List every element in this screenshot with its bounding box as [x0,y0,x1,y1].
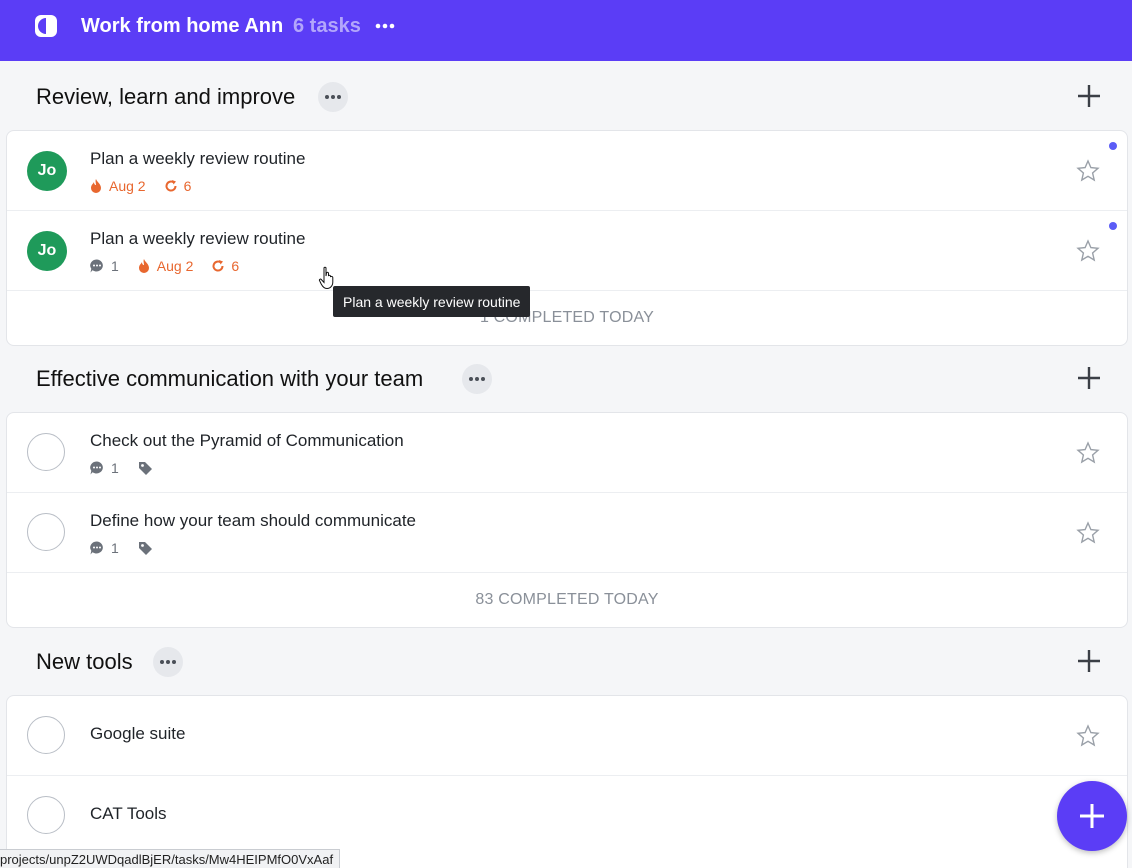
task-row[interactable]: Define how your team should communicate … [7,493,1127,573]
task-row[interactable]: Jo Plan a weekly review routine 1 Aug 2 … [7,211,1127,291]
recurrence: 6 [211,258,239,274]
task-list: Check out the Pyramid of Communication 1… [6,412,1128,628]
star-icon[interactable] [1076,521,1100,545]
completed-today-toggle[interactable]: 1 COMPLETED TODAY [7,291,1127,345]
star-icon[interactable] [1076,239,1100,263]
section-title: Effective communication with your team [36,366,424,391]
section-more-button[interactable] [153,647,183,677]
app-logo-icon[interactable] [34,14,58,38]
task-title[interactable]: Google suite [90,724,185,744]
completed-today-toggle[interactable]: 83 COMPLETED TODAY [7,573,1127,627]
task-meta: 1 [89,540,177,556]
project-title: Work from home Ann [81,15,284,37]
comment-count: 1 [89,460,119,476]
section-header: Review, learn and improve [0,72,1132,122]
hand-cursor-icon [318,266,334,290]
comment-icon [90,259,103,273]
tag [137,540,159,556]
task-row[interactable]: CAT Tools [7,776,1127,855]
task-title[interactable]: Define how your team should communicate [90,511,416,531]
plus-icon[interactable] [1076,648,1102,674]
complete-checkbox[interactable] [27,796,65,834]
task-meta: Aug 2 6 [89,178,209,194]
task-row[interactable]: Jo Plan a weekly review routine Aug 2 6 [7,131,1127,211]
task-title[interactable]: Check out the Pyramid of Communication [90,431,404,451]
section-title: New tools [36,649,133,674]
plus-icon[interactable] [1076,83,1102,109]
complete-checkbox[interactable] [27,716,65,754]
more-dots-icon[interactable] [372,14,398,38]
comment-count: 1 [89,258,119,274]
task-row[interactable]: Check out the Pyramid of Communication 1 [7,413,1127,493]
section-title: Review, learn and improve [36,84,296,109]
more-dots-icon [160,660,176,664]
top-bar: Work from home Ann 6 tasks [0,0,1132,61]
repeat-icon [165,180,177,192]
task-count: 6 tasks [293,15,361,37]
plus-icon [1080,804,1104,828]
plus-icon[interactable] [1076,365,1102,391]
unread-dot [1109,142,1117,150]
task-title[interactable]: Plan a weekly review routine [90,149,305,169]
tag-icon [138,462,152,475]
task-meta: 1 Aug 2 6 [89,258,257,274]
complete-checkbox[interactable] [27,513,65,551]
comment-icon [90,541,103,555]
tag-icon [138,542,152,555]
section-more-button[interactable] [318,82,348,112]
star-icon[interactable] [1076,159,1100,183]
link-status-bar: projects/unpZ2UWDqadlBjER/tasks/Mw4HEIPM… [0,849,341,868]
task-title[interactable]: Plan a weekly review routine [90,229,305,249]
task-list: Google suite CAT Tools [6,695,1128,868]
complete-checkbox[interactable] [27,433,65,471]
star-icon[interactable] [1076,724,1100,748]
comment-count: 1 [89,540,119,556]
task-list: Jo Plan a weekly review routine Aug 2 6 … [6,130,1128,346]
recurrence: 6 [164,178,191,194]
fire-icon [91,179,101,193]
task-row[interactable]: Google suite [7,696,1127,776]
star-icon[interactable] [1076,441,1100,465]
unread-dot [1109,222,1117,230]
task-title[interactable]: CAT Tools [90,804,167,824]
section-more-button[interactable] [462,364,492,394]
due-date: Aug 2 [89,178,146,194]
avatar[interactable]: Jo [27,231,67,271]
more-dots-icon [325,95,341,99]
section-header: Effective communication with your team [0,354,1132,404]
more-dots-icon [469,377,485,381]
comment-icon [90,461,103,475]
section-header: New tools [0,637,1132,687]
avatar[interactable]: Jo [27,151,67,191]
fire-icon [138,259,149,273]
due-date: Aug 2 [137,258,193,274]
task-meta: 1 [89,460,177,476]
tooltip: Plan a weekly review routine [333,286,531,317]
tag [137,460,159,476]
add-task-fab[interactable] [1057,781,1127,851]
repeat-icon [212,260,224,272]
